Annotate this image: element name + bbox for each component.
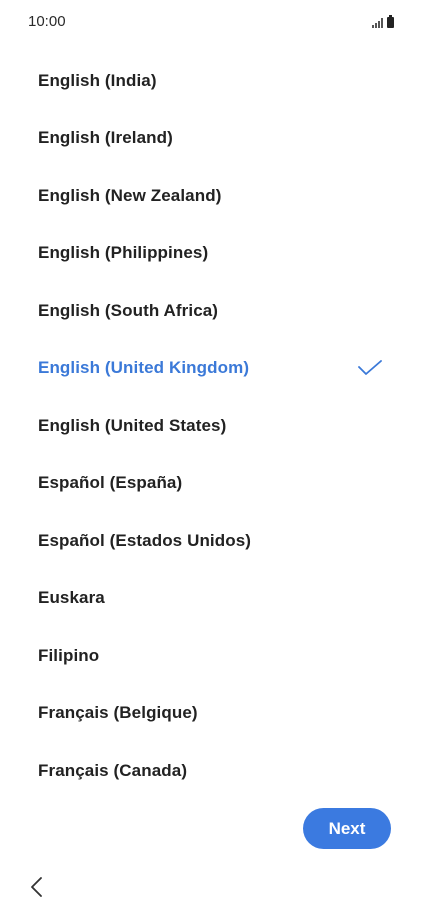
- language-label: Français (Belgique): [38, 703, 198, 723]
- status-bar: 10:00: [0, 0, 421, 44]
- next-button[interactable]: Next: [303, 808, 391, 849]
- check-icon: [358, 360, 382, 376]
- language-item-english-united-kingdom[interactable]: English (United Kingdom): [0, 340, 421, 398]
- language-item-filipino[interactable]: Filipino: [0, 627, 421, 685]
- language-label: English (Philippines): [38, 243, 209, 263]
- status-time: 10:00: [28, 13, 66, 30]
- chevron-left-icon: [31, 877, 42, 897]
- language-label: English (Ireland): [38, 128, 173, 148]
- language-label: English (India): [38, 70, 157, 90]
- language-label: Español (España): [38, 473, 183, 493]
- language-label: Español (Estados Unidos): [38, 530, 252, 550]
- language-label: English (South Africa): [38, 300, 219, 320]
- language-item-english-united-states[interactable]: English (United States): [0, 397, 421, 455]
- language-item-english-philippines[interactable]: English (Philippines): [0, 225, 421, 283]
- language-item-english-ireland[interactable]: English (Ireland): [0, 110, 421, 168]
- battery-icon: [387, 15, 394, 28]
- language-list: English (India) English (Ireland) Englis…: [0, 52, 421, 800]
- back-button[interactable]: [22, 872, 50, 902]
- language-item-english-south-africa[interactable]: English (South Africa): [0, 282, 421, 340]
- signal-icon: [372, 18, 383, 28]
- language-label: Filipino: [38, 645, 100, 665]
- language-item-francais-belgique[interactable]: Français (Belgique): [0, 685, 421, 743]
- status-icons: [372, 15, 394, 28]
- language-label: English (United States): [38, 415, 227, 435]
- language-item-euskara[interactable]: Euskara: [0, 570, 421, 628]
- language-item-francais-canada[interactable]: Français (Canada): [0, 742, 421, 800]
- language-label: English (United Kingdom): [38, 358, 250, 378]
- language-label: Euskara: [38, 588, 105, 608]
- language-label: Français (Canada): [38, 760, 188, 780]
- language-item-espanol-estados-unidos[interactable]: Español (Estados Unidos): [0, 512, 421, 570]
- language-item-english-new-zealand[interactable]: English (New Zealand): [0, 167, 421, 225]
- language-item-english-india[interactable]: English (India): [0, 52, 421, 110]
- language-label: English (New Zealand): [38, 185, 222, 205]
- language-item-espanol-espana[interactable]: Español (España): [0, 455, 421, 513]
